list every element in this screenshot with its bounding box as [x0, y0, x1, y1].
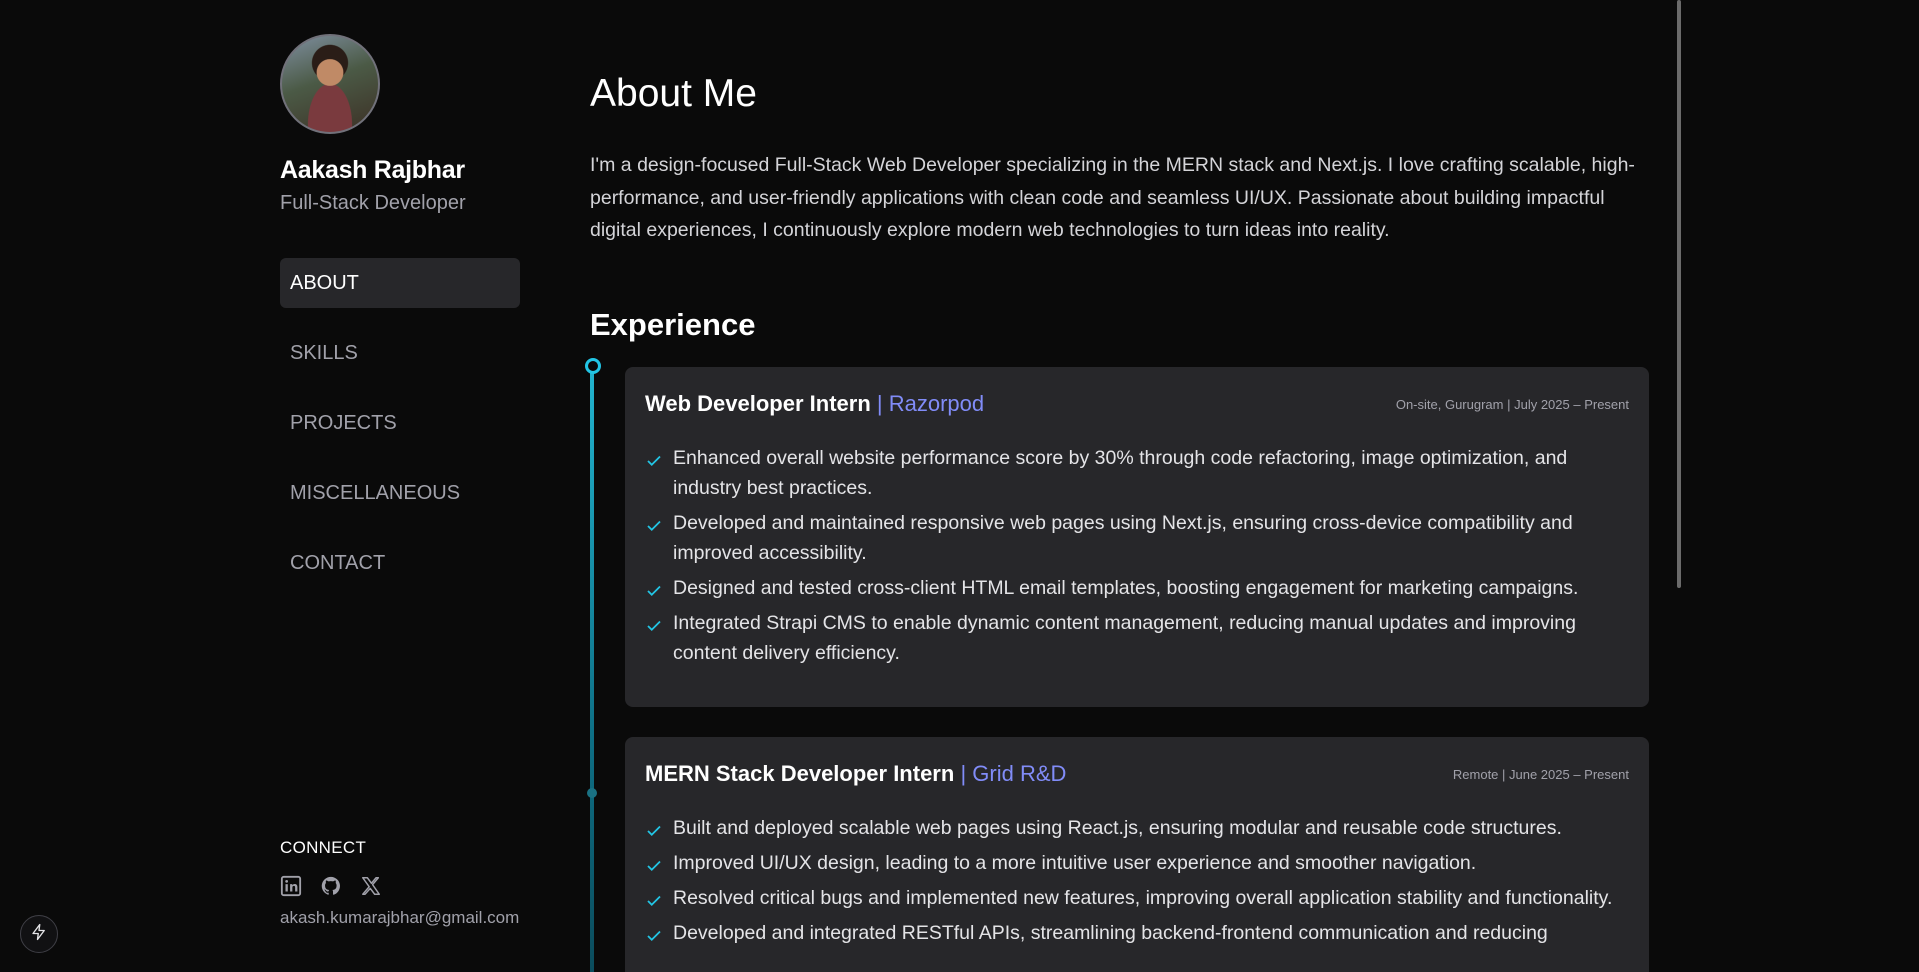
- social-links: [280, 875, 382, 897]
- check-icon: [647, 455, 661, 467]
- linkedin-icon[interactable]: [280, 875, 302, 897]
- card-header: MERN Stack Developer Intern | Grid R&D R…: [645, 737, 1629, 813]
- timeline-line: [590, 366, 594, 972]
- nav-item-skills[interactable]: SKILLS: [280, 328, 520, 378]
- company-name: | Razorpod: [876, 391, 985, 416]
- bullet-text: Developed and maintained responsive web …: [673, 512, 1573, 564]
- profile-role: Full-Stack Developer: [280, 192, 466, 214]
- check-icon: [647, 895, 661, 907]
- nav-item-contact[interactable]: CONTACT: [280, 538, 520, 588]
- bullet-text: Enhanced overall website performance sco…: [673, 447, 1568, 499]
- theme-toggle-button[interactable]: [20, 915, 58, 953]
- about-title: About Me: [590, 72, 757, 115]
- x-icon[interactable]: [360, 875, 382, 897]
- list-item: Developed and maintained responsive web …: [645, 508, 1629, 568]
- github-icon[interactable]: [320, 875, 342, 897]
- check-icon: [647, 930, 661, 942]
- job-title: Web Developer Intern | Razorpod: [645, 391, 984, 417]
- experience-card: MERN Stack Developer Intern | Grid R&D R…: [625, 737, 1649, 972]
- list-item: Enhanced overall website performance sco…: [645, 443, 1629, 503]
- check-icon: [647, 860, 661, 872]
- job-meta: On-site, Gurugram | July 2025 – Present: [1395, 397, 1629, 412]
- bullet-list: Built and deployed scalable web pages us…: [645, 813, 1629, 948]
- job-title-text: MERN Stack Developer Intern: [645, 761, 955, 786]
- side-nav: ABOUT SKILLS PROJECTS MISCELLANEOUS CONT…: [280, 258, 520, 608]
- check-icon: [647, 620, 661, 632]
- connect-heading: CONNECT: [280, 838, 367, 857]
- list-item: Developed and integrated RESTful APIs, s…: [645, 918, 1629, 948]
- experience-card: Web Developer Intern | Razorpod On-site,…: [625, 367, 1649, 707]
- nav-item-about[interactable]: ABOUT: [280, 258, 520, 308]
- scrollbar[interactable]: [1677, 0, 1681, 588]
- card-header: Web Developer Intern | Razorpod On-site,…: [645, 367, 1629, 443]
- bullet-text: Designed and tested cross-client HTML em…: [673, 577, 1579, 599]
- bullet-list: Enhanced overall website performance sco…: [645, 443, 1629, 668]
- avatar: [280, 34, 380, 134]
- timeline-dot: [587, 788, 597, 798]
- bullet-text: Built and deployed scalable web pages us…: [673, 817, 1562, 839]
- lightning-icon: [30, 923, 48, 946]
- job-title-text: Web Developer Intern: [645, 391, 871, 416]
- sidebar: Aakash Rajbhar Full-Stack Developer ABOU…: [280, 0, 540, 972]
- nav-item-projects[interactable]: PROJECTS: [280, 398, 520, 448]
- check-icon: [647, 825, 661, 837]
- email-link[interactable]: akash.kumarajbhar@gmail.com: [280, 908, 519, 928]
- check-icon: [647, 520, 661, 532]
- bullet-text: Integrated Strapi CMS to enable dynamic …: [673, 612, 1576, 664]
- bullet-text: Improved UI/UX design, leading to a more…: [673, 852, 1477, 874]
- company-name: | Grid R&D: [960, 761, 1067, 786]
- list-item: Improved UI/UX design, leading to a more…: [645, 848, 1629, 878]
- job-title: MERN Stack Developer Intern | Grid R&D: [645, 761, 1066, 787]
- list-item: Built and deployed scalable web pages us…: [645, 813, 1629, 843]
- about-text: I'm a design-focused Full-Stack Web Deve…: [590, 154, 1635, 241]
- list-item: Designed and tested cross-client HTML em…: [645, 573, 1629, 603]
- profile-name: Aakash Rajbhar: [280, 156, 465, 184]
- list-item: Integrated Strapi CMS to enable dynamic …: [645, 608, 1629, 668]
- timeline-dot: [585, 358, 601, 374]
- bullet-text: Resolved critical bugs and implemented n…: [673, 887, 1613, 909]
- bullet-text: Developed and integrated RESTful APIs, s…: [673, 922, 1548, 944]
- nav-item-miscellaneous[interactable]: MISCELLANEOUS: [280, 468, 520, 518]
- job-meta: Remote | June 2025 – Present: [1452, 767, 1629, 782]
- list-item: Resolved critical bugs and implemented n…: [645, 883, 1629, 913]
- check-icon: [647, 585, 661, 597]
- experience-title: Experience: [590, 307, 756, 342]
